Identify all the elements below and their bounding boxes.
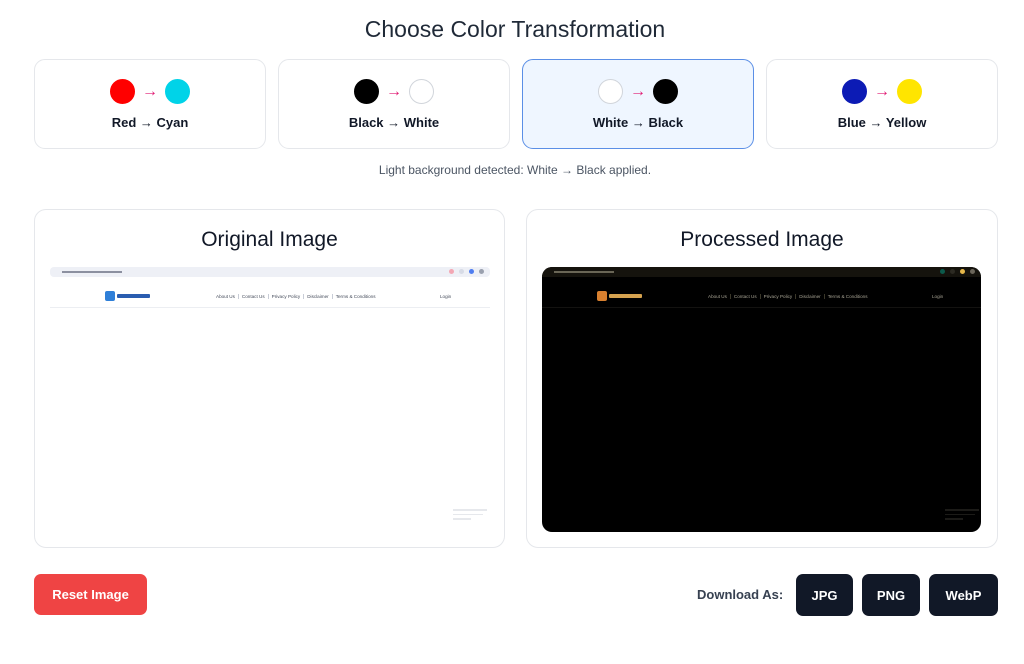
logo-wordmark xyxy=(609,294,642,298)
download-jpg-button[interactable]: JPG xyxy=(796,574,853,616)
extension-icon xyxy=(950,269,955,274)
nav-item: Privacy Policy xyxy=(271,294,301,299)
url-text-placeholder xyxy=(554,271,614,273)
option-red-to-cyan[interactable]: → Red → Cyan xyxy=(34,59,266,149)
site-logo xyxy=(105,291,151,301)
download-webp-button[interactable]: WebP xyxy=(929,574,998,616)
menu-icon xyxy=(479,269,484,274)
option-swatches: → xyxy=(354,79,434,105)
original-image-title: Original Image xyxy=(201,228,338,251)
to-color-swatch xyxy=(409,79,434,104)
page-title: Choose Color Transformation xyxy=(364,16,666,42)
option-label: White → Black xyxy=(592,114,684,130)
nav-separator xyxy=(823,294,825,299)
profile-icon xyxy=(960,269,965,274)
from-color-swatch xyxy=(842,79,867,104)
arrow-right-icon: → xyxy=(142,82,158,100)
option-blue-to-yellow[interactable]: → Blue → Yellow xyxy=(766,59,998,149)
nav-separator xyxy=(729,294,731,299)
option-label: Red → Cyan xyxy=(111,114,189,130)
option-label: Blue → Yellow xyxy=(837,114,927,130)
logo-mark xyxy=(597,291,607,301)
option-swatches: → xyxy=(598,79,678,105)
download-png-button[interactable]: PNG xyxy=(862,574,920,616)
option-black-to-white[interactable]: → Black → White xyxy=(278,59,510,149)
to-color-swatch xyxy=(897,79,922,104)
original-image-preview: About Us Contact Us Privacy Policy Discl… xyxy=(50,267,490,532)
nav-item: Disclaimer xyxy=(307,294,329,299)
nav-separator xyxy=(303,294,305,299)
nav-item: Terms & Conditions xyxy=(335,294,376,299)
browser-toolbar-icons xyxy=(449,269,484,274)
site-login-link: Login xyxy=(932,294,944,299)
arrow-right-icon: → xyxy=(874,82,890,100)
download-as-label: Download As: xyxy=(697,587,784,602)
watermark xyxy=(945,509,979,523)
nav-item: About Us xyxy=(708,294,727,299)
url-text-placeholder xyxy=(62,271,122,273)
reset-image-button[interactable]: Reset Image xyxy=(34,574,147,615)
profile-icon xyxy=(469,269,474,274)
processed-image-title: Processed Image xyxy=(680,228,844,251)
nav-separator xyxy=(331,294,333,299)
processed-image-panel: Processed Image About Us Contact Us Priv… xyxy=(526,209,998,548)
from-color-swatch xyxy=(110,79,135,104)
option-white-to-black[interactable]: → White → Black xyxy=(522,59,754,149)
logo-wordmark xyxy=(117,294,150,298)
browser-address-bar xyxy=(50,267,490,277)
nav-item: Contact Us xyxy=(241,294,265,299)
option-swatches: → xyxy=(842,79,922,105)
site-nav: About Us Contact Us Privacy Policy Discl… xyxy=(216,294,376,299)
from-color-swatch xyxy=(598,79,623,104)
nav-item: Terms & Conditions xyxy=(827,294,868,299)
watermark xyxy=(453,509,487,523)
arrow-right-icon: → xyxy=(386,82,402,100)
to-color-swatch xyxy=(165,79,190,104)
browser-address-bar xyxy=(542,267,981,277)
site-nav: About Us Contact Us Privacy Policy Discl… xyxy=(708,294,868,299)
header-divider xyxy=(542,307,981,308)
arrow-right-icon: → xyxy=(630,82,646,100)
menu-icon xyxy=(970,269,975,274)
processed-image-preview: About Us Contact Us Privacy Policy Discl… xyxy=(542,267,981,532)
original-image-panel: Original Image About Us Contact Us Priva… xyxy=(34,209,505,548)
site-logo xyxy=(597,291,643,301)
nav-item: Contact Us xyxy=(733,294,757,299)
nav-item: About Us xyxy=(216,294,235,299)
to-color-swatch xyxy=(653,79,678,104)
nav-item: Privacy Policy xyxy=(763,294,793,299)
option-swatches: → xyxy=(110,79,190,105)
nav-item: Disclaimer xyxy=(799,294,821,299)
nav-separator xyxy=(267,294,269,299)
status-message: Light background detected: White → Black… xyxy=(378,163,652,177)
transformation-options: → Red → Cyan → Black → White → White → B… xyxy=(34,59,998,149)
site-login-link: Login xyxy=(440,294,452,299)
browser-toolbar-icons xyxy=(940,269,975,274)
from-color-swatch xyxy=(354,79,379,104)
extension-icon xyxy=(459,269,464,274)
extension-icon xyxy=(940,269,945,274)
header-divider xyxy=(50,307,490,308)
logo-mark xyxy=(105,291,115,301)
nav-separator xyxy=(795,294,797,299)
extension-icon xyxy=(449,269,454,274)
nav-separator xyxy=(759,294,761,299)
option-label: Black → White xyxy=(348,114,440,130)
nav-separator xyxy=(237,294,239,299)
